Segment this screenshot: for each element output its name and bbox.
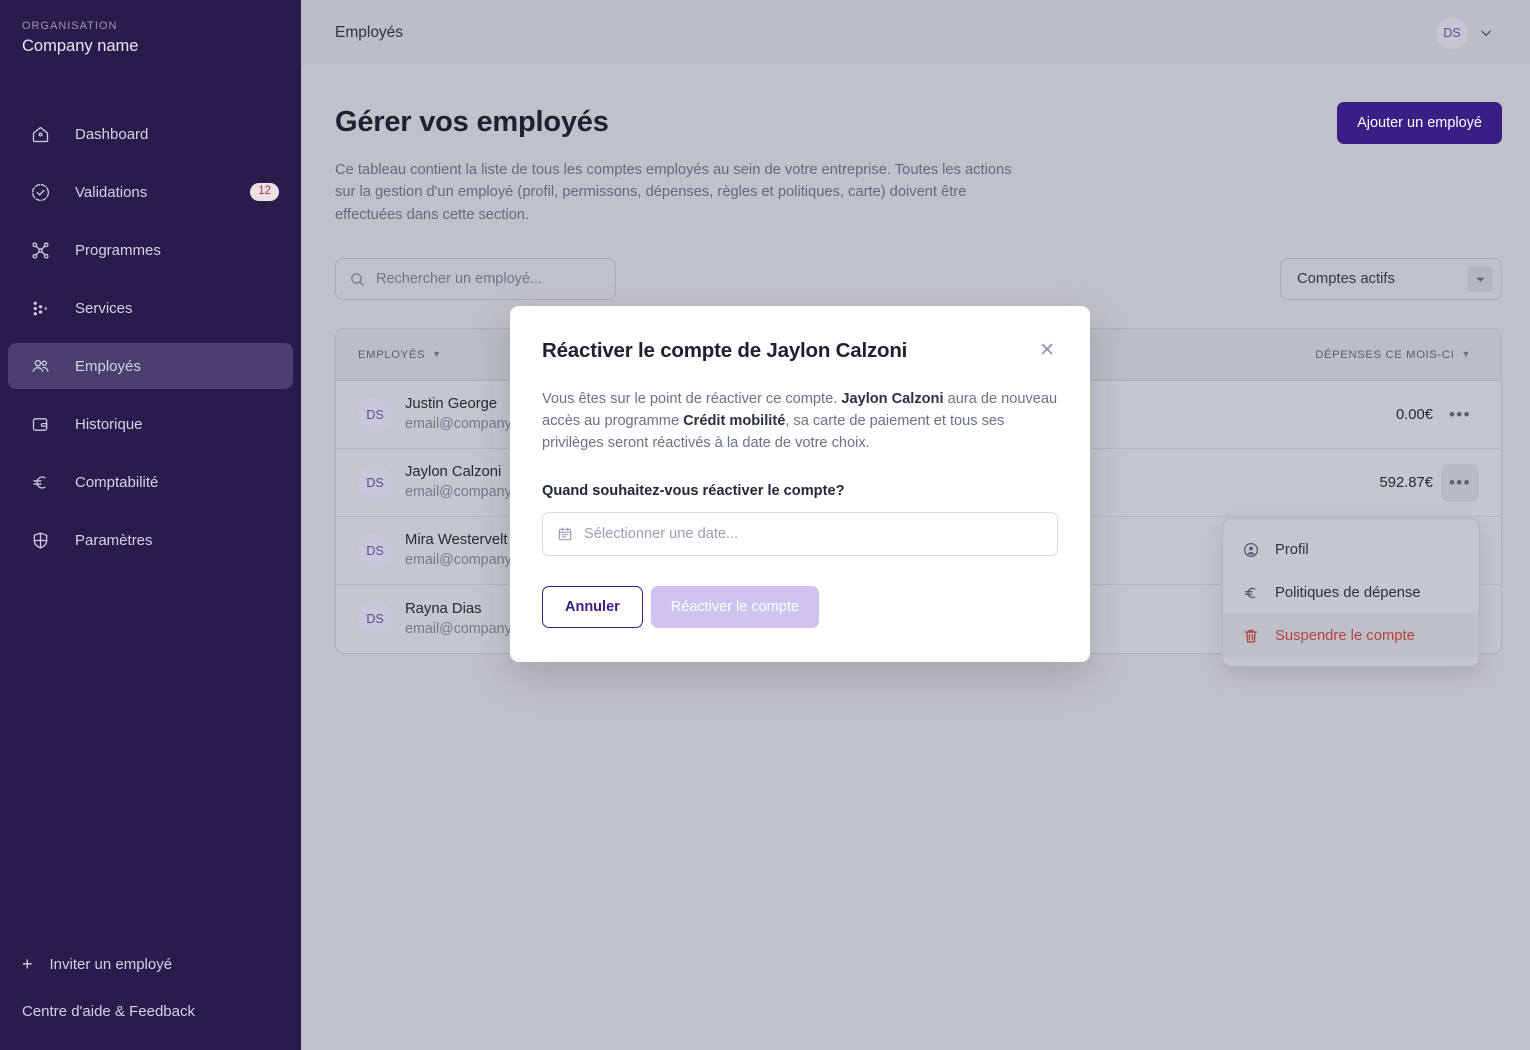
row-actions: ••• xyxy=(1441,396,1479,434)
users-icon xyxy=(28,354,52,378)
context-menu-item-label: Politiques de dépense xyxy=(1275,585,1421,601)
modal-actions: Annuler Réactiver le compte xyxy=(542,586,1058,628)
shield-icon xyxy=(28,528,52,552)
chevron-down-icon xyxy=(1478,25,1494,41)
modal-header: Réactiver le compte de Jaylon Calzoni ✕ xyxy=(542,339,1058,363)
plus-icon: + xyxy=(22,955,33,973)
modal-description: Vous êtes sur le point de réactiver ce c… xyxy=(542,388,1058,455)
avatar: DS xyxy=(358,398,392,432)
row-actions: ••• xyxy=(1441,464,1479,502)
context-menu-item-label: Profil xyxy=(1275,542,1309,558)
breadcrumb: Employés xyxy=(335,24,403,42)
sidebar-item-label: Programmes xyxy=(75,242,161,259)
search-input[interactable]: Rechercher un employé... xyxy=(335,258,616,300)
context-menu-item-suspendre-le-compte[interactable]: Suspendre le compte xyxy=(1223,614,1479,657)
topbar: Employés DS xyxy=(301,0,1530,66)
sidebar-item-historique[interactable]: Historique xyxy=(8,401,293,447)
avatar: DS xyxy=(358,602,392,636)
euro-icon xyxy=(1241,584,1261,602)
cancel-button[interactable]: Annuler xyxy=(542,586,643,628)
dots-grid-icon xyxy=(28,296,52,320)
reactivate-account-modal: Réactiver le compte de Jaylon Calzoni ✕ … xyxy=(510,306,1090,662)
sidebar-item-comptabilite[interactable]: Comptabilité xyxy=(8,459,293,505)
expenses-cell: 592.87€ xyxy=(1165,475,1441,491)
sidebar-footer: + Inviter un employé Centre d'aide & Fee… xyxy=(0,955,301,1050)
validations-badge: 12 xyxy=(250,183,279,202)
sidebar-item-label: Comptabilité xyxy=(75,474,158,491)
modal-text-part1: Vous êtes sur le point de réactiver ce c… xyxy=(542,391,841,407)
add-employee-button[interactable]: Ajouter un employé xyxy=(1337,102,1502,144)
column-label: EMPLOYÉS xyxy=(358,349,425,361)
column-label: DÉPENSES CE MOIS-CI xyxy=(1315,349,1454,361)
sidebar-item-label: Validations xyxy=(75,184,147,201)
user-circle-icon xyxy=(1241,541,1261,559)
context-menu-item-politiques-de-depense[interactable]: Politiques de dépense xyxy=(1223,571,1479,614)
sidebar-item-programmes[interactable]: Programmes xyxy=(8,227,293,273)
filter-selected-value: Comptes actifs xyxy=(1297,271,1395,287)
wallet-icon xyxy=(28,412,52,436)
invite-employee-label: Inviter un employé xyxy=(50,956,173,973)
confirm-reactivate-button[interactable]: Réactiver le compte xyxy=(651,586,819,628)
expenses-cell: 0.00€ xyxy=(1165,407,1441,423)
page-description: Ce tableau contient la liste de tous les… xyxy=(335,159,1025,226)
modal-program-name: Crédit mobilité xyxy=(683,413,785,429)
avatar: DS xyxy=(1436,17,1468,49)
sidebar-item-parametres[interactable]: Paramètres xyxy=(8,517,293,563)
trash-icon xyxy=(1241,627,1261,645)
invite-employee-button[interactable]: + Inviter un employé xyxy=(22,955,279,973)
check-circle-icon xyxy=(28,180,52,204)
account-status-filter[interactable]: Comptes actifs xyxy=(1280,258,1502,300)
sidebar-item-employes[interactable]: Employés xyxy=(8,343,293,389)
sidebar: ORGANISATION Company name Dashboard xyxy=(0,0,301,1050)
close-icon[interactable]: ✕ xyxy=(1036,339,1058,362)
search-placeholder: Rechercher un employé... xyxy=(376,271,542,287)
sidebar-item-dashboard[interactable]: Dashboard xyxy=(8,111,293,157)
modal-employee-name: Jaylon Calzoni xyxy=(841,391,943,407)
column-header-depenses[interactable]: DÉPENSES CE MOIS-CI ▼ xyxy=(1194,349,1479,361)
sidebar-item-label: Paramètres xyxy=(75,532,153,549)
row-context-menu: Profil Politiques de dépense Suspendre xyxy=(1222,518,1480,667)
home-icon xyxy=(28,122,52,146)
help-center-link[interactable]: Centre d'aide & Feedback xyxy=(22,1003,279,1020)
chevron-down-icon: ▼ xyxy=(432,350,442,359)
search-icon xyxy=(349,271,366,288)
sidebar-item-label: Dashboard xyxy=(75,126,148,143)
euro-icon xyxy=(28,470,52,494)
modal-title: Réactiver le compte de Jaylon Calzoni xyxy=(542,339,907,363)
chevron-down-icon: ▼ xyxy=(1461,350,1471,359)
organisation-block: ORGANISATION Company name xyxy=(0,0,301,56)
calendar-icon xyxy=(557,526,573,542)
sidebar-item-services[interactable]: Services xyxy=(8,285,293,331)
app-root: ORGANISATION Company name Dashboard xyxy=(0,0,1530,1050)
sidebar-item-label: Employés xyxy=(75,358,141,375)
sidebar-nav: Dashboard Validations 12 xyxy=(0,111,301,575)
table-toolbar: Rechercher un employé... Comptes actifs xyxy=(335,258,1502,300)
network-icon xyxy=(28,238,52,262)
sidebar-item-validations[interactable]: Validations 12 xyxy=(8,169,293,215)
date-placeholder: Sélectionner une date... xyxy=(584,526,738,542)
chevron-down-icon xyxy=(1467,266,1493,292)
modal-question: Quand souhaitez-vous réactiver le compte… xyxy=(542,483,1058,499)
sidebar-item-label: Historique xyxy=(75,416,143,433)
row-menu-button[interactable]: ••• xyxy=(1441,464,1479,502)
account-menu[interactable]: DS xyxy=(1436,17,1494,49)
organisation-label: ORGANISATION xyxy=(22,20,279,32)
avatar: DS xyxy=(358,466,392,500)
context-menu-item-label: Suspendre le compte xyxy=(1275,628,1415,644)
context-menu-item-profil[interactable]: Profil xyxy=(1223,528,1479,571)
avatar: DS xyxy=(358,534,392,568)
page-title: Gérer vos employés xyxy=(335,106,1502,139)
row-menu-button[interactable]: ••• xyxy=(1441,396,1479,434)
sidebar-item-label: Services xyxy=(75,300,133,317)
date-picker-input[interactable]: Sélectionner une date... xyxy=(542,512,1058,556)
organisation-name: Company name xyxy=(22,37,279,56)
